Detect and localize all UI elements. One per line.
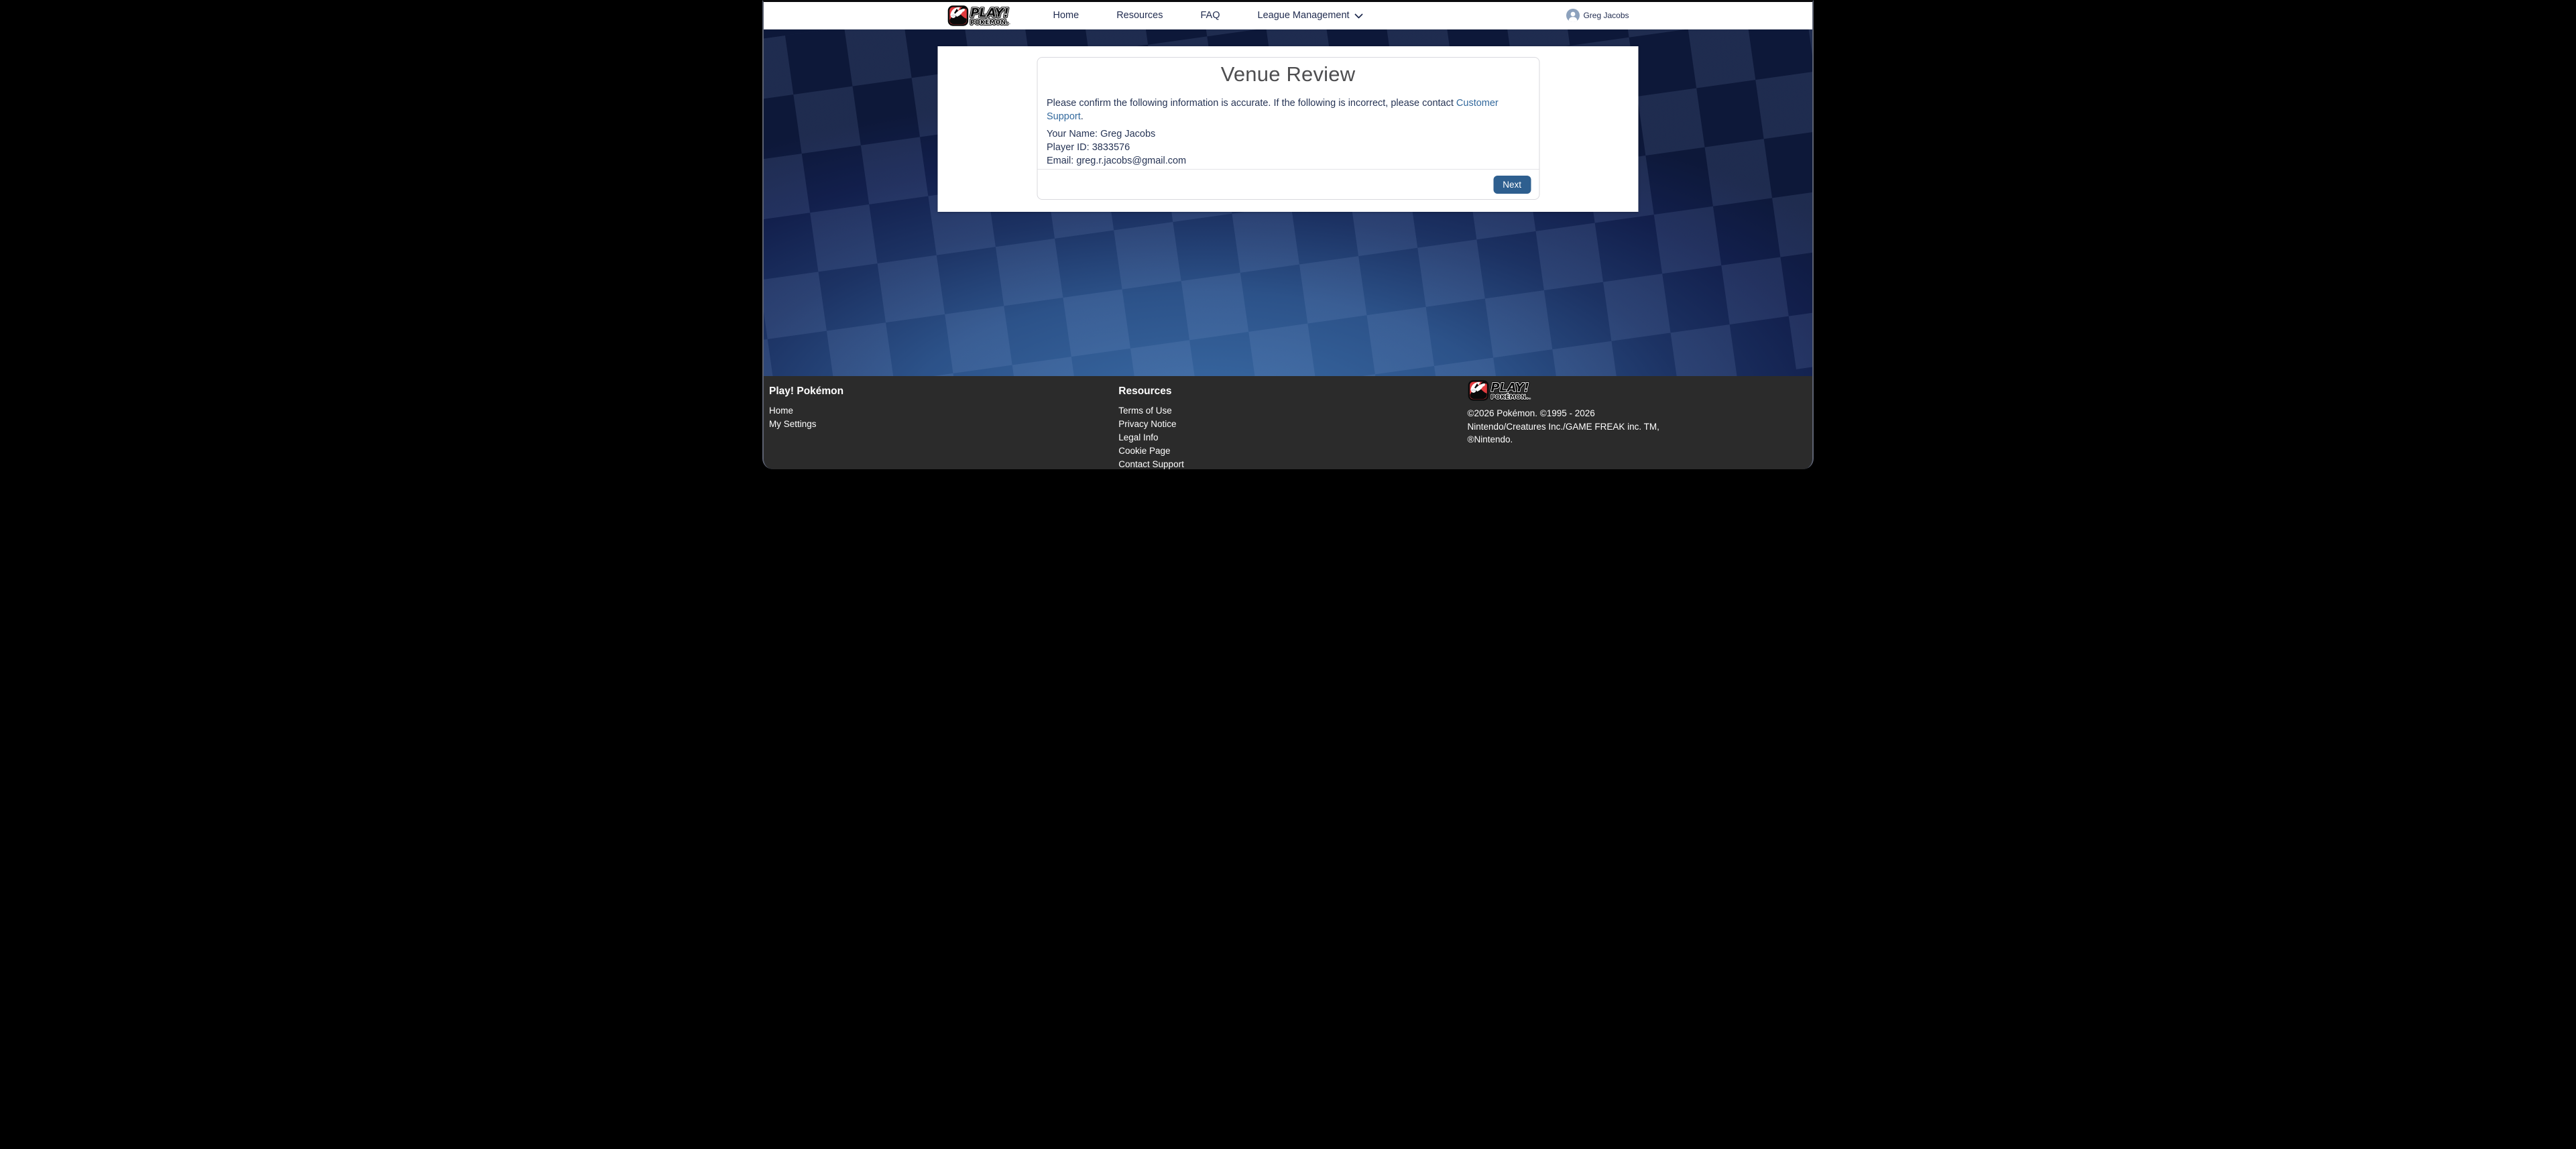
svg-text:PLAY!: PLAY! [1490,381,1529,395]
field-player-id: Player ID: 3833576 [1047,141,1529,154]
play-pokemon-logo[interactable]: PLAY! PLAY! POKÉMON. POKÉMON. ™ [947,5,1029,26]
venue-review-card: Venue Review Please confirm the followin… [1037,57,1539,200]
venue-review-card-footer: Next [1037,169,1539,199]
footer-link-terms-of-use[interactable]: Terms of Use [1118,406,1462,416]
footer-column-brand: PLAY! PLAY! POKÉMON. POKÉMON. ™ ©2026 Po… [1463,385,1812,469]
nav-faq[interactable]: FAQ [1201,10,1220,21]
main-content: Venue Review Please confirm the followin… [764,29,1812,376]
svg-text:POKÉMON.: POKÉMON. [970,18,1008,26]
play-pokemon-logo-icon: PLAY! PLAY! POKÉMON. POKÉMON. ™ [947,5,1029,26]
svg-text:™: ™ [1528,398,1531,401]
footer-heading-play-pokemon: Play! Pokémon [769,385,1113,398]
site-footer: Play! Pokémon Home My Settings Resources… [764,376,1812,469]
main-nav: Home Resources FAQ League Management [1053,10,1362,21]
nav-resources[interactable]: Resources [1116,10,1163,21]
footer-link-contact-support[interactable]: Contact Support [1118,460,1462,469]
top-nav-container: PLAY! PLAY! POKÉMON. POKÉMON. ™ Home Res… [938,2,1639,29]
player-id-value: 3833576 [1092,142,1130,153]
nav-home[interactable]: Home [1053,10,1079,21]
nav-league-management[interactable]: League Management [1258,10,1362,21]
venue-review-card-body: Venue Review Please confirm the followin… [1037,58,1539,168]
field-your-name: Your Name: Greg Jacobs [1047,127,1529,141]
page-title: Venue Review [1047,62,1529,87]
user-menu[interactable]: Greg Jacobs [1566,9,1629,22]
user-name: Greg Jacobs [1583,11,1629,20]
next-button[interactable]: Next [1493,176,1531,194]
footer-play-pokemon-logo: PLAY! PLAY! POKÉMON. POKÉMON. ™ [1468,380,1549,401]
email-value: greg.r.jacobs@gmail.com [1076,156,1186,166]
browser-window: PLAY! PLAY! POKÉMON. POKÉMON. ™ Home Res… [762,0,1814,469]
footer-heading-resources: Resources [1118,385,1462,398]
footer-link-my-settings[interactable]: My Settings [769,420,1113,429]
footer-column-play-pokemon: Play! Pokémon Home My Settings [764,385,1113,469]
footer-link-privacy-notice[interactable]: Privacy Notice [1118,420,1462,429]
footer-link-cookie-page[interactable]: Cookie Page [1118,446,1462,456]
top-nav: PLAY! PLAY! POKÉMON. POKÉMON. ™ Home Res… [764,2,1812,29]
footer-link-home[interactable]: Home [769,406,1113,416]
content-panel: Venue Review Please confirm the followin… [938,46,1639,212]
svg-text:™: ™ [1008,23,1010,26]
svg-text:POKÉMON.: POKÉMON. [1490,393,1529,401]
copyright-text: ©2026 Pokémon. ©1995 - 2026 Nintendo/Cre… [1468,407,1812,446]
confirm-instructions: Please confirm the following information… [1047,97,1529,123]
footer-column-resources: Resources Terms of Use Privacy Notice Le… [1113,385,1462,469]
footer-link-legal-info[interactable]: Legal Info [1118,433,1462,442]
svg-text:PLAY!: PLAY! [970,5,1008,19]
chevron-down-icon [1354,10,1363,19]
field-email: Email: greg.r.jacobs@gmail.com [1047,154,1529,168]
avatar-icon [1566,9,1580,22]
your-name-value: Greg Jacobs [1100,129,1155,139]
